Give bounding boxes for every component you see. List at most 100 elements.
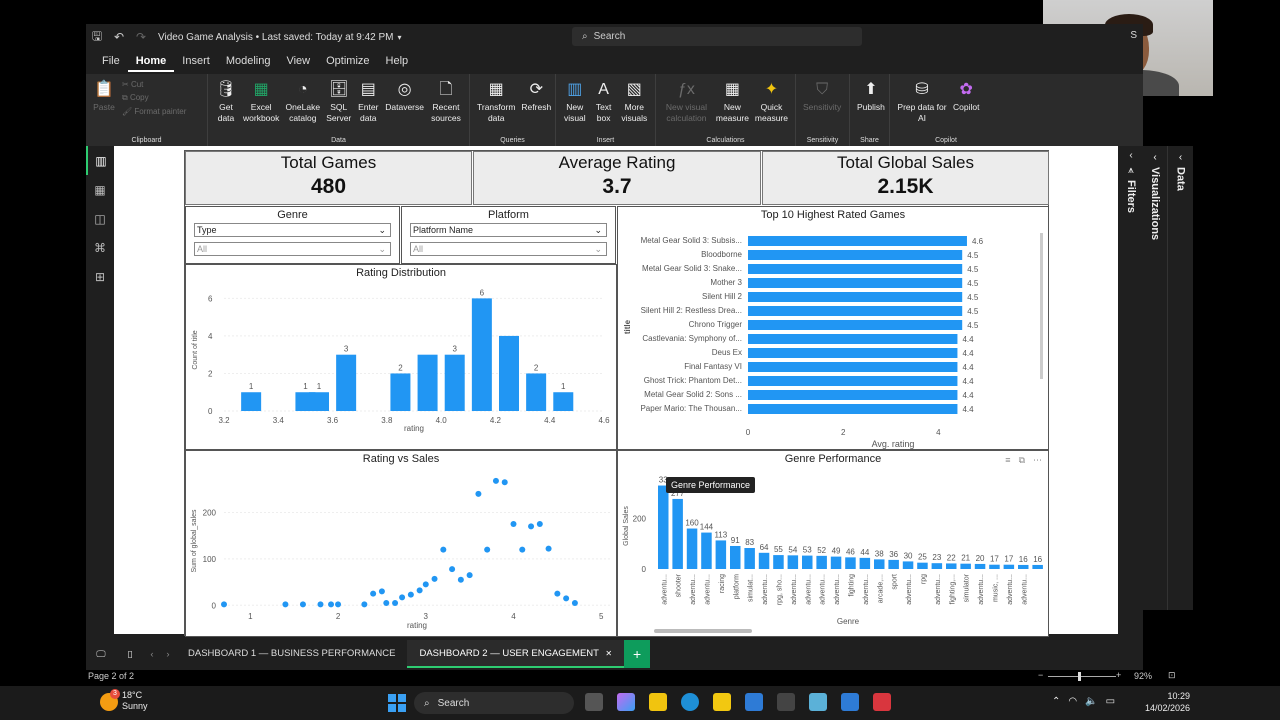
transform-data-button[interactable]: ▦ Transform data: [474, 78, 518, 146]
powerbi-taskbar-icon[interactable]: [713, 693, 731, 711]
genre-performance-visual[interactable]: Genre Performance ≡ ⧉ ⋯ 0 200 33 adventu...…: [617, 450, 1049, 637]
desktop-layout-icon[interactable]: 🖵: [86, 649, 116, 660]
report-view-icon[interactable]: ▥: [86, 146, 114, 175]
chevron-up-icon[interactable]: ⌃: [1052, 696, 1060, 707]
kpi-card-average-rating[interactable]: Average Rating 3.7: [473, 151, 761, 205]
new-visual-calculation-button[interactable]: ƒx New visual calculation: [660, 78, 713, 146]
page-tab-dashboard-1[interactable]: DASHBOARD 1 — BUSINESS PERFORMANCE: [176, 640, 407, 668]
tmdl-view-icon[interactable]: ⊞: [86, 262, 114, 291]
zoom-level[interactable]: 92%: [1134, 671, 1152, 681]
taskbar-search[interactable]: ⌕ Search: [414, 692, 574, 714]
genre-field-dropdown[interactable]: Type ⌄: [194, 223, 391, 237]
undo-icon[interactable]: ↶: [108, 30, 130, 44]
menu-home[interactable]: Home: [127, 50, 175, 72]
more-visuals-button[interactable]: ▧ More visuals: [618, 78, 651, 146]
document-title[interactable]: Video Game Analysis • Last saved: Today …: [158, 32, 394, 43]
genre-slicer[interactable]: Genre Type ⌄ All ⌄: [185, 206, 400, 264]
format-painter-button[interactable]: 🖌 Format painter: [122, 107, 186, 116]
dax-query-icon[interactable]: ⌘: [86, 233, 114, 262]
dataverse-button[interactable]: ◎ Dataverse: [382, 78, 427, 146]
menu-optimize[interactable]: Optimize: [318, 50, 377, 72]
publish-button[interactable]: ⬆ Publish: [854, 78, 888, 146]
bar: [730, 545, 741, 569]
copilot-taskbar-icon[interactable]: [617, 693, 635, 711]
rating-vs-sales-visual[interactable]: Rating vs Sales 0 100 200 1 2 3 4 5 rating Sum of…: [185, 450, 617, 637]
chevron-down-icon[interactable]: ▾: [398, 33, 402, 42]
remote-desktop-icon[interactable]: [809, 693, 827, 711]
terminal-icon[interactable]: [777, 693, 795, 711]
paste-button[interactable]: 📋 Paste: [90, 78, 118, 146]
table-view-icon[interactable]: ▦: [86, 175, 114, 204]
volume-icon[interactable]: 🔈: [1085, 696, 1097, 707]
top-rated-games-visual[interactable]: Top 10 Highest Rated Games Metal Gear So…: [617, 206, 1049, 450]
genre-value-dropdown[interactable]: All ⌄: [194, 242, 391, 256]
add-page-button[interactable]: +: [624, 640, 651, 668]
quick-measure-button[interactable]: ✦ Quick measure: [752, 78, 791, 146]
report-page: Total Games 480 Average Rating 3.7 Total…: [184, 150, 1049, 637]
fit-to-page-icon[interactable]: ⊡: [1168, 670, 1176, 681]
recent-sources-button[interactable]: 🗋 Recent sources: [427, 78, 465, 146]
visual-studio-icon[interactable]: [841, 693, 859, 711]
refresh-button[interactable]: ⟳ Refresh: [518, 78, 554, 146]
git-icon[interactable]: [873, 693, 891, 711]
excel-workbook-button[interactable]: ▦ Excel workbook: [240, 78, 282, 146]
slicer-title: Platform: [488, 209, 529, 221]
data-label: 113: [714, 530, 727, 539]
page-tab-dashboard-2[interactable]: DASHBOARD 2 — USER ENGAGEMENT ✕: [407, 640, 625, 668]
menu-insert[interactable]: Insert: [174, 50, 218, 72]
kpi-card-total-global-sales[interactable]: Total Global Sales 2.15K: [762, 151, 1049, 205]
visualizations-pane-collapsed[interactable]: ‹ Visualizations: [1143, 146, 1167, 610]
save-icon[interactable]: 🖫: [86, 27, 108, 48]
filters-pane-tab[interactable]: Filters: [1125, 180, 1137, 213]
menu-file[interactable]: File: [94, 50, 128, 72]
category-label: Chrono Trigger: [689, 320, 743, 329]
weather-widget[interactable]: 18°C Sunny: [122, 690, 148, 712]
new-measure-button[interactable]: ▦ New measure: [713, 78, 752, 146]
file-explorer-icon[interactable]: [649, 693, 667, 711]
collapse-data-icon[interactable]: ‹: [1168, 152, 1193, 163]
platform-slicer[interactable]: Platform Platform Name ⌄ All ⌄: [401, 206, 616, 264]
copy-button[interactable]: ⧉ Copy: [122, 93, 186, 103]
menu-help[interactable]: Help: [378, 50, 417, 72]
rating-distribution-visual[interactable]: Rating Distribution 0 2 4 6 3.2 3.4 3.6 3.8 4.0 4…: [185, 264, 617, 450]
redo-icon[interactable]: ↷: [130, 30, 152, 44]
data-pane-tab[interactable]: Data: [1175, 167, 1187, 191]
zoom-slider[interactable]: − +: [1038, 670, 1122, 682]
prep-data-for-ai-button[interactable]: ⛁ Prep data for AI: [894, 78, 950, 146]
wifi-icon[interactable]: ◠: [1068, 696, 1077, 707]
mobile-layout-icon[interactable]: ▯: [116, 649, 144, 660]
data-label: 4.5: [967, 293, 979, 302]
x-axis-label: Genre: [837, 617, 860, 626]
menu-view[interactable]: View: [278, 50, 318, 72]
task-view-icon[interactable]: [585, 693, 603, 711]
enter-data-button[interactable]: ▤ Enter data: [354, 78, 382, 146]
next-page-icon[interactable]: ›: [160, 649, 176, 660]
battery-icon[interactable]: ▭: [1106, 696, 1115, 707]
system-clock[interactable]: 10:29 14/02/2026: [1145, 690, 1190, 714]
sql-server-button[interactable]: 🗄 SQL Server: [323, 78, 354, 146]
get-data-button[interactable]: 🛢 Get data: [212, 78, 240, 146]
new-visual-button[interactable]: ▥ New visual: [560, 78, 590, 146]
menu-modeling[interactable]: Modeling: [218, 50, 279, 72]
onelake-catalog-button[interactable]: ◔ OneLake catalog: [282, 78, 323, 146]
user-initial[interactable]: S: [1130, 30, 1137, 41]
scatter-point: [466, 572, 473, 579]
visualizations-pane-tab[interactable]: Visualizations: [1149, 167, 1161, 240]
search-box[interactable]: ⌕ Search: [572, 27, 862, 46]
edge-browser-icon[interactable]: [681, 693, 699, 711]
data-pane-collapsed[interactable]: ‹ Data: [1167, 146, 1193, 610]
platform-value-dropdown[interactable]: All ⌄: [410, 242, 607, 256]
windows-start-icon[interactable]: [388, 694, 406, 712]
copilot-button[interactable]: ✿ Copilot: [950, 78, 982, 146]
sensitivity-button[interactable]: ⛉ Sensitivity: [800, 78, 844, 146]
cut-button[interactable]: ✂ Cut: [122, 80, 186, 89]
text-box-button[interactable]: A Text box: [590, 78, 618, 146]
kpi-card-total-games[interactable]: Total Games 480: [185, 151, 472, 205]
collapse-visualizations-icon[interactable]: ‹: [1143, 152, 1167, 163]
collapse-filters-icon[interactable]: ‹: [1129, 150, 1132, 161]
vscode-icon[interactable]: [745, 693, 763, 711]
platform-field-dropdown[interactable]: Platform Name ⌄: [410, 223, 607, 237]
prev-page-icon[interactable]: ‹: [144, 649, 160, 660]
close-icon[interactable]: ✕: [605, 649, 612, 658]
model-view-icon[interactable]: ◫: [86, 204, 114, 233]
